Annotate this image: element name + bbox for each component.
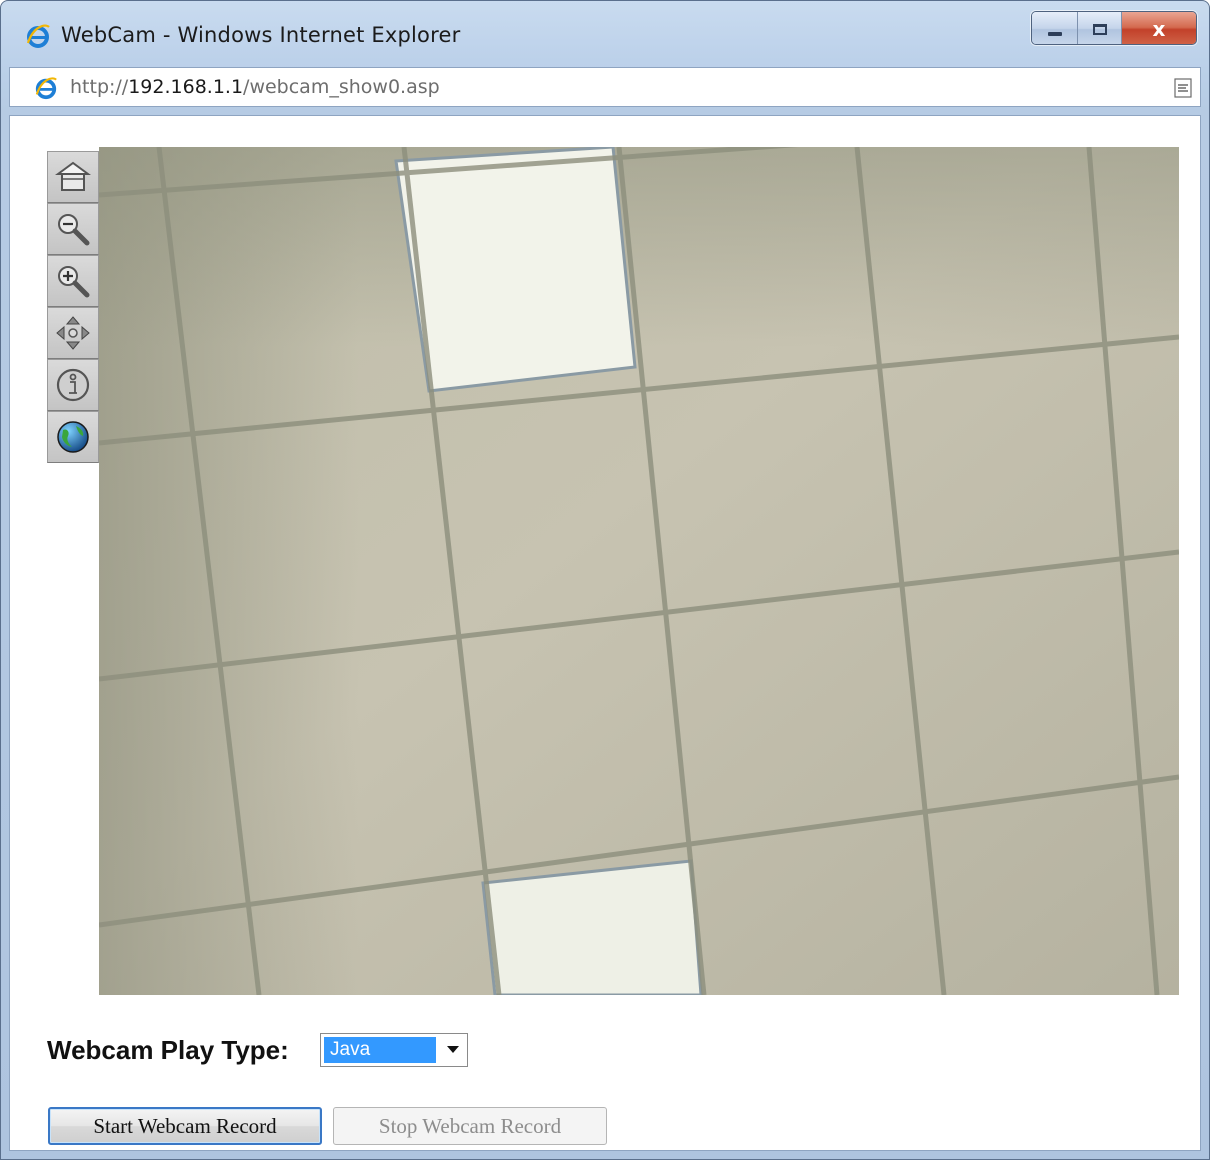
maximize-icon: [1092, 23, 1107, 35]
close-button[interactable]: x: [1122, 12, 1196, 44]
window-title: WebCam - Windows Internet Explorer: [61, 23, 461, 47]
zoom-out-button[interactable]: [47, 203, 99, 255]
title-bar[interactable]: WebCam - Windows Internet Explorer x: [1, 1, 1209, 57]
minimize-icon: [1047, 32, 1062, 36]
url-text[interactable]: http://192.168.1.1/webcam_show0.asp: [70, 76, 440, 98]
stop-record-button[interactable]: Stop Webcam Record: [333, 1107, 607, 1145]
globe-icon: [57, 421, 89, 453]
url-host: 192.168.1.1: [128, 76, 244, 98]
maximize-button[interactable]: [1078, 12, 1122, 44]
home-button[interactable]: [47, 151, 99, 203]
info-button[interactable]: [47, 359, 99, 411]
zoom-in-icon: [58, 266, 90, 298]
move-icon: [56, 316, 90, 350]
globe-button[interactable]: [47, 411, 99, 463]
ie-page-icon: [35, 77, 57, 100]
browser-window: WebCam - Windows Internet Explorer x htt…: [0, 0, 1210, 1160]
pan-button[interactable]: [47, 307, 99, 359]
close-icon: x: [1152, 17, 1166, 41]
info-icon: [56, 368, 90, 402]
ie-logo-icon: [26, 24, 50, 48]
url-prefix: http://: [70, 76, 129, 98]
camera-toolbar: [47, 151, 99, 463]
play-type-select[interactable]: Java: [320, 1033, 468, 1067]
home-icon: [55, 161, 91, 191]
window-controls: x: [1031, 11, 1197, 45]
address-bar[interactable]: http://192.168.1.1/webcam_show0.asp: [9, 67, 1201, 107]
play-type-selected: Java: [324, 1037, 436, 1063]
zoom-out-icon: [58, 214, 90, 246]
url-path: /webcam_show0.asp: [243, 76, 440, 98]
chevron-down-icon[interactable]: [447, 1046, 459, 1053]
play-type-label: Webcam Play Type:: [47, 1035, 289, 1065]
minimize-button[interactable]: [1032, 12, 1078, 44]
webcam-image: [99, 147, 1179, 995]
compat-view-icon[interactable]: [1174, 78, 1192, 98]
start-record-button[interactable]: Start Webcam Record: [48, 1107, 322, 1145]
webcam-view: [99, 147, 1179, 995]
zoom-in-button[interactable]: [47, 255, 99, 307]
